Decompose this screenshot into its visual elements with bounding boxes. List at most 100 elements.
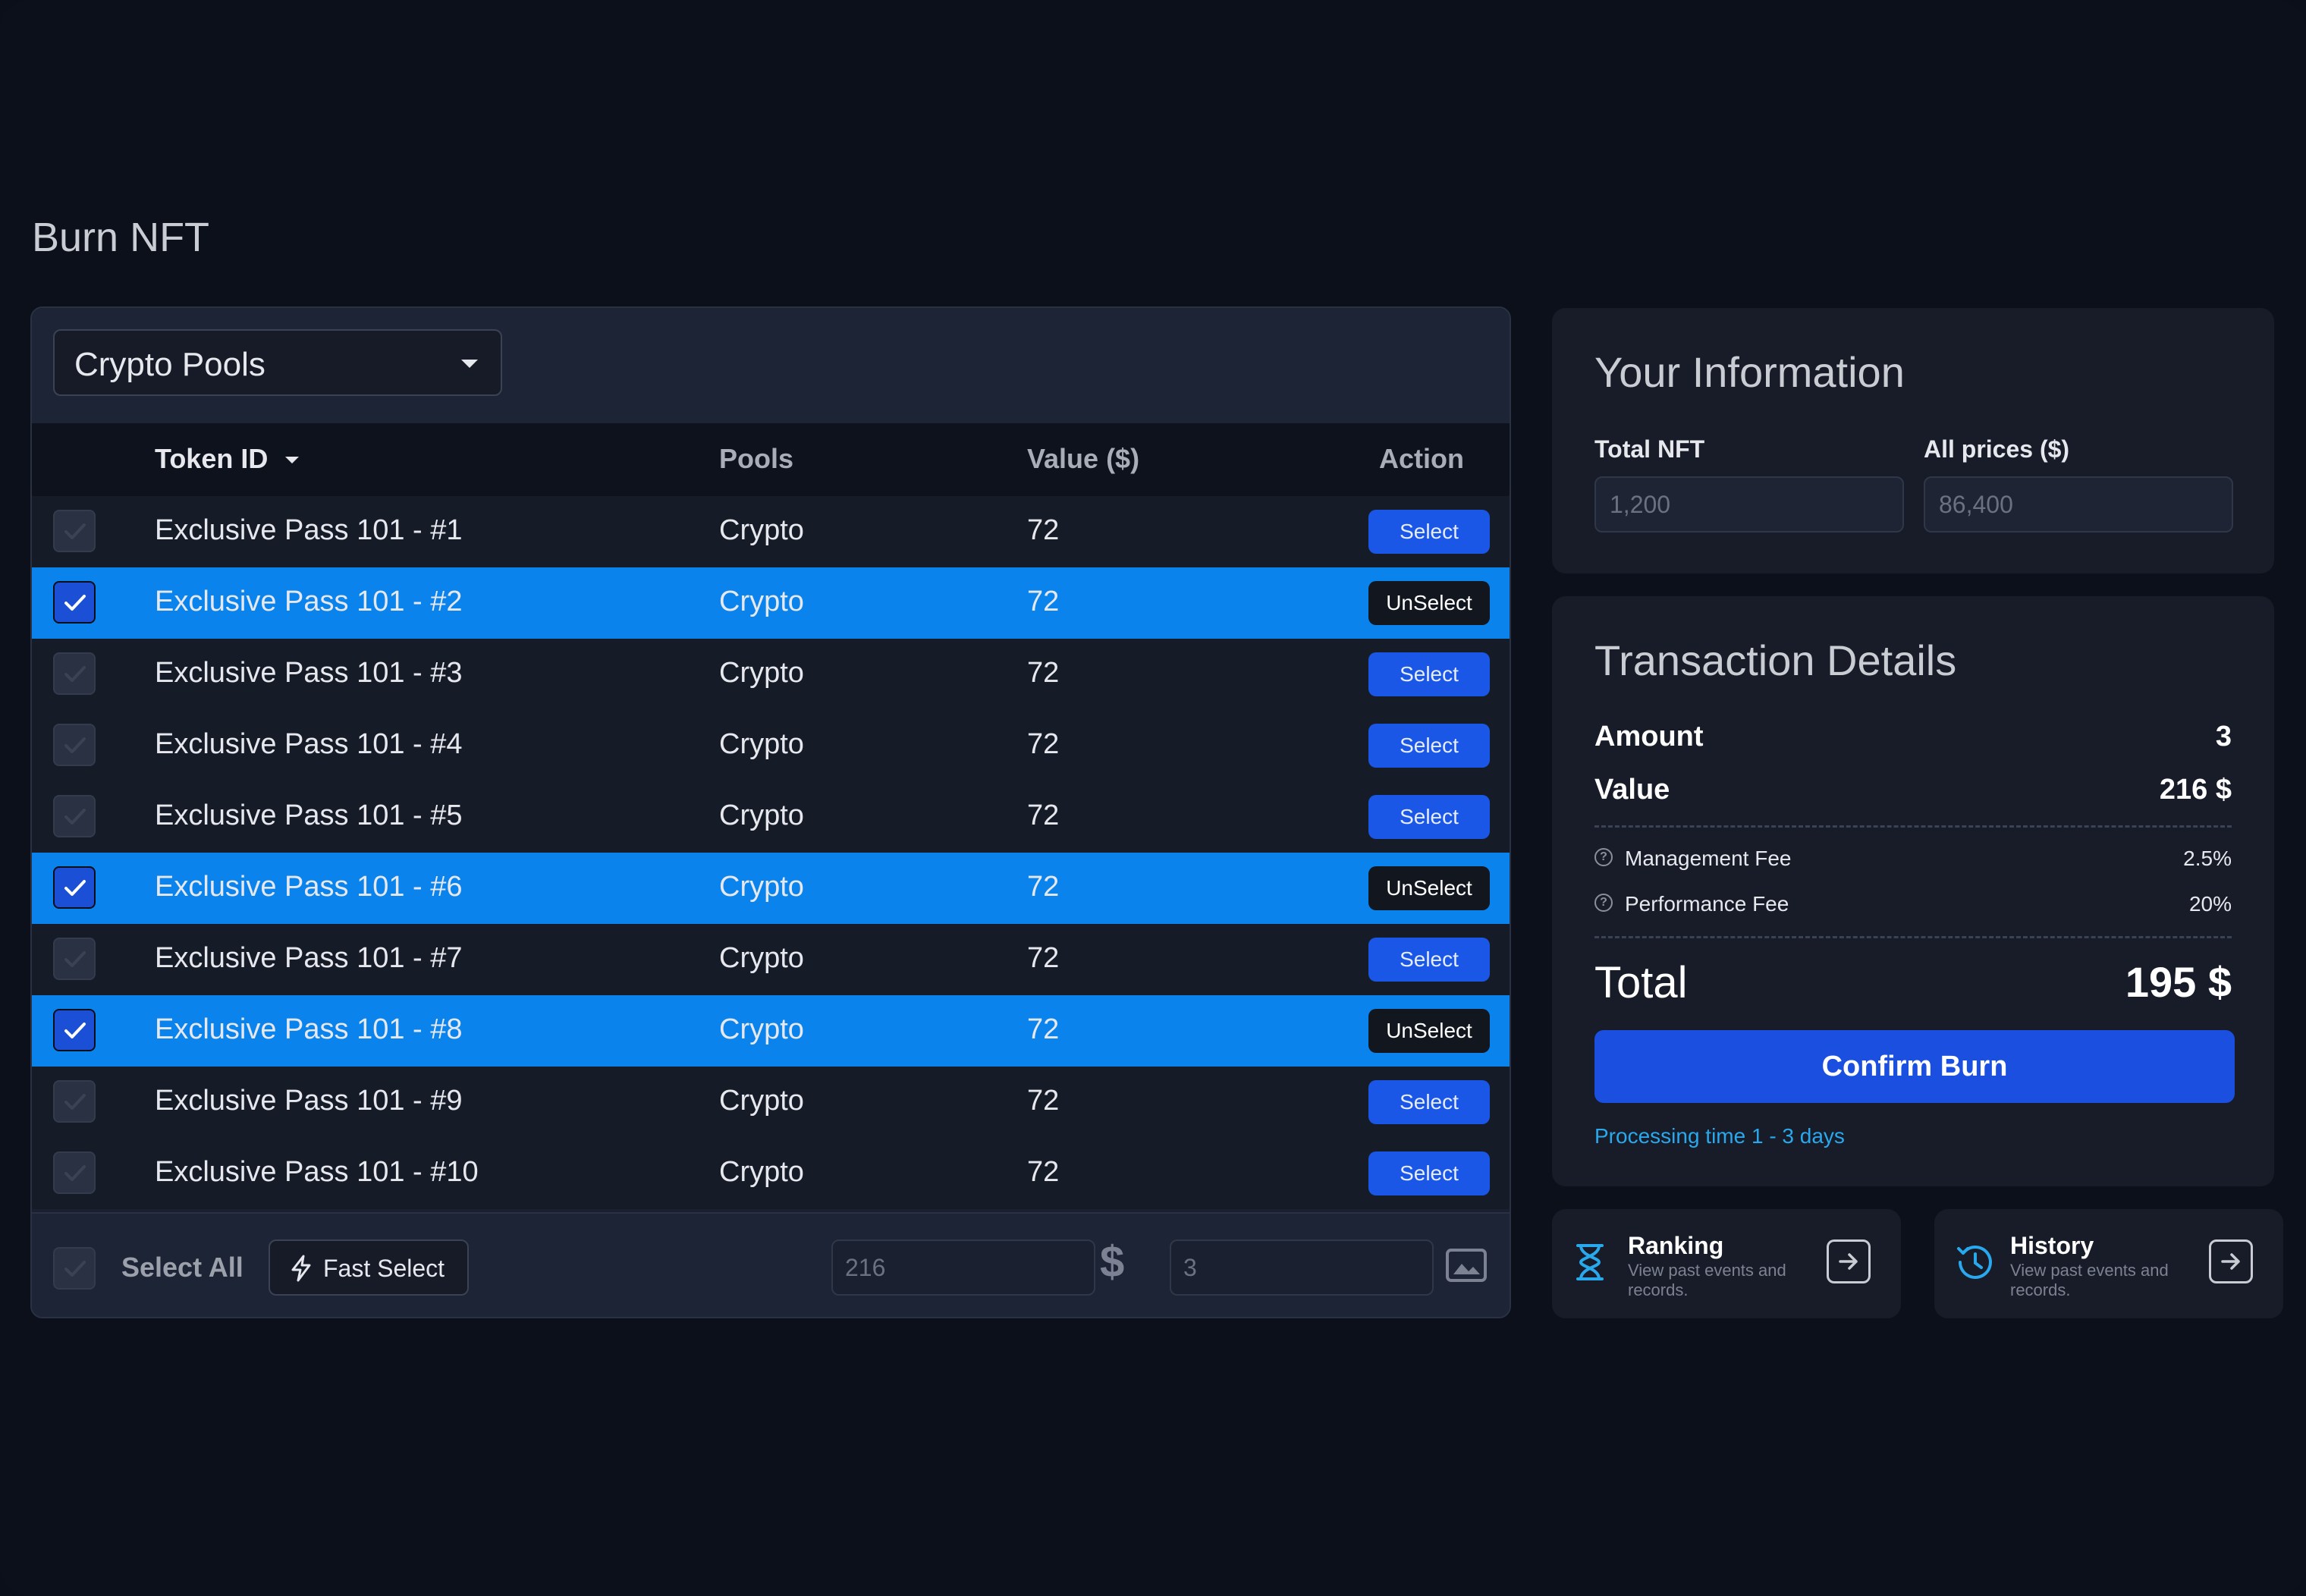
hourglass-icon: [1576, 1244, 1604, 1280]
total-nft-field[interactable]: [1594, 476, 1904, 533]
select-button[interactable]: Select: [1368, 938, 1490, 982]
unselect-button[interactable]: UnSelect: [1368, 866, 1490, 910]
value-cell: 72: [1027, 1085, 1060, 1117]
fast-select-label: Fast Select: [323, 1255, 445, 1282]
image-icon: [1446, 1249, 1487, 1282]
column-header-token-id[interactable]: Token ID: [155, 443, 299, 475]
check-icon: [64, 595, 86, 611]
check-icon: [64, 880, 86, 896]
amount-label: Amount: [1594, 721, 1704, 752]
all-prices-field[interactable]: [1924, 476, 2233, 533]
token-id-cell: Exclusive Pass 101 - #9: [155, 1085, 463, 1117]
select-all-label[interactable]: Select All: [121, 1252, 243, 1283]
check-icon: [64, 523, 86, 539]
value-cell: 72: [1027, 800, 1060, 831]
check-icon: [64, 809, 86, 825]
row-checkbox[interactable]: [53, 1080, 96, 1123]
row-checkbox[interactable]: [53, 510, 96, 552]
token-id-cell: Exclusive Pass 101 - #7: [155, 942, 463, 974]
fast-select-button[interactable]: Fast Select: [269, 1239, 469, 1296]
table-row[interactable]: Exclusive Pass 101 - #3 Crypto 72 Select: [32, 639, 1510, 710]
value-label: Value: [1594, 774, 1670, 806]
row-checkbox[interactable]: [53, 938, 96, 980]
total-label: Total: [1594, 958, 1688, 1007]
token-id-cell: Exclusive Pass 101 - #3: [155, 657, 463, 689]
check-icon: [64, 737, 86, 753]
select-button[interactable]: Select: [1368, 510, 1490, 554]
column-header-token-id-label: Token ID: [155, 443, 269, 474]
token-id-cell: Exclusive Pass 101 - #5: [155, 800, 463, 831]
all-prices-label: All prices ($): [1924, 435, 2070, 463]
total-value-input[interactable]: [831, 1239, 1095, 1296]
table-row[interactable]: Exclusive Pass 101 - #2 Crypto 72 UnSele…: [32, 567, 1510, 639]
divider: [1594, 825, 2232, 828]
check-icon: [64, 1165, 86, 1181]
token-id-cell: Exclusive Pass 101 - #4: [155, 728, 463, 760]
table-row[interactable]: Exclusive Pass 101 - #8 Crypto 72 UnSele…: [32, 995, 1510, 1067]
row-checkbox[interactable]: [53, 724, 96, 766]
value-cell: 72: [1027, 586, 1060, 617]
token-id-cell: Exclusive Pass 101 - #1: [155, 514, 463, 546]
table-row[interactable]: Exclusive Pass 101 - #6 Crypto 72 UnSele…: [32, 853, 1510, 924]
history-card[interactable]: History View past events and records.: [1934, 1209, 2283, 1318]
check-icon: [64, 1261, 86, 1277]
pool-dropdown-value: Crypto Pools: [74, 346, 265, 383]
history-title: History: [2010, 1232, 2094, 1259]
help-icon[interactable]: ?: [1594, 894, 1613, 912]
pool-cell: Crypto: [719, 728, 804, 760]
select-all-checkbox[interactable]: [53, 1247, 96, 1290]
select-button[interactable]: Select: [1368, 1151, 1490, 1195]
row-checkbox[interactable]: [53, 652, 96, 695]
select-button[interactable]: Select: [1368, 652, 1490, 696]
transaction-details-title: Transaction Details: [1594, 636, 1957, 684]
select-button[interactable]: Select: [1368, 1080, 1490, 1124]
row-checkbox[interactable]: [53, 581, 96, 624]
select-button[interactable]: Select: [1368, 724, 1490, 768]
your-information-panel: Your Information Total NFT All prices ($…: [1552, 308, 2274, 573]
table-row[interactable]: Exclusive Pass 101 - #10 Crypto 72 Selec…: [32, 1138, 1510, 1209]
check-icon: [64, 1094, 86, 1110]
quantity-input[interactable]: [1170, 1239, 1434, 1296]
check-icon: [64, 951, 86, 967]
management-fee-label: Management Fee: [1625, 847, 1792, 870]
ranking-title: Ranking: [1628, 1232, 1724, 1259]
transaction-details-panel: Transaction Details Amount 3 Value 216 $…: [1552, 596, 2274, 1186]
token-id-cell: Exclusive Pass 101 - #10: [155, 1156, 479, 1188]
table-row[interactable]: Exclusive Pass 101 - #7 Crypto 72 Select: [32, 924, 1510, 995]
nft-table-card: Crypto Pools Token ID Pools Value ($) Ac…: [30, 306, 1511, 1318]
caret-down-icon: [461, 360, 478, 368]
pool-dropdown[interactable]: Crypto Pools: [53, 329, 502, 396]
your-information-title: Your Information: [1594, 348, 1905, 396]
table-row[interactable]: Exclusive Pass 101 - #9 Crypto 72 Select: [32, 1067, 1510, 1138]
history-arrow-button[interactable]: [2209, 1239, 2253, 1283]
performance-fee-label: Performance Fee: [1625, 892, 1789, 916]
token-id-cell: Exclusive Pass 101 - #8: [155, 1013, 463, 1045]
ranking-card[interactable]: Ranking View past events and records.: [1552, 1209, 1901, 1318]
table-row[interactable]: Exclusive Pass 101 - #5 Crypto 72 Select: [32, 781, 1510, 853]
table-row[interactable]: Exclusive Pass 101 - #1 Crypto 72 Select: [32, 496, 1510, 567]
row-checkbox[interactable]: [53, 795, 96, 837]
unselect-button[interactable]: UnSelect: [1368, 581, 1490, 625]
ranking-description: View past events and records.: [1628, 1261, 1786, 1299]
value-cell: 72: [1027, 514, 1060, 546]
value-cell: 72: [1027, 728, 1060, 760]
unselect-button[interactable]: UnSelect: [1368, 1009, 1490, 1053]
help-icon[interactable]: ?: [1594, 848, 1613, 866]
pool-cell: Crypto: [719, 800, 804, 831]
table-body: Exclusive Pass 101 - #1 Crypto 72 Select…: [32, 496, 1510, 1209]
confirm-burn-button[interactable]: Confirm Burn: [1594, 1030, 2235, 1103]
row-checkbox[interactable]: [53, 1009, 96, 1051]
management-fee-value: 2.5%: [2183, 847, 2232, 870]
row-checkbox[interactable]: [53, 866, 96, 909]
arrow-right-icon: [1839, 1253, 1858, 1270]
check-icon: [64, 1023, 86, 1038]
select-button[interactable]: Select: [1368, 795, 1490, 839]
row-checkbox[interactable]: [53, 1151, 96, 1194]
app-frame: Burn NFT Crypto Pools Token ID Pools Val…: [0, 0, 2306, 1596]
ranking-arrow-button[interactable]: [1827, 1239, 1871, 1283]
pool-cell: Crypto: [719, 1085, 804, 1117]
column-header-value: Value ($): [1027, 443, 1140, 474]
table-row[interactable]: Exclusive Pass 101 - #4 Crypto 72 Select: [32, 710, 1510, 781]
lightning-icon: [291, 1255, 311, 1282]
pool-cell: Crypto: [719, 1156, 804, 1188]
